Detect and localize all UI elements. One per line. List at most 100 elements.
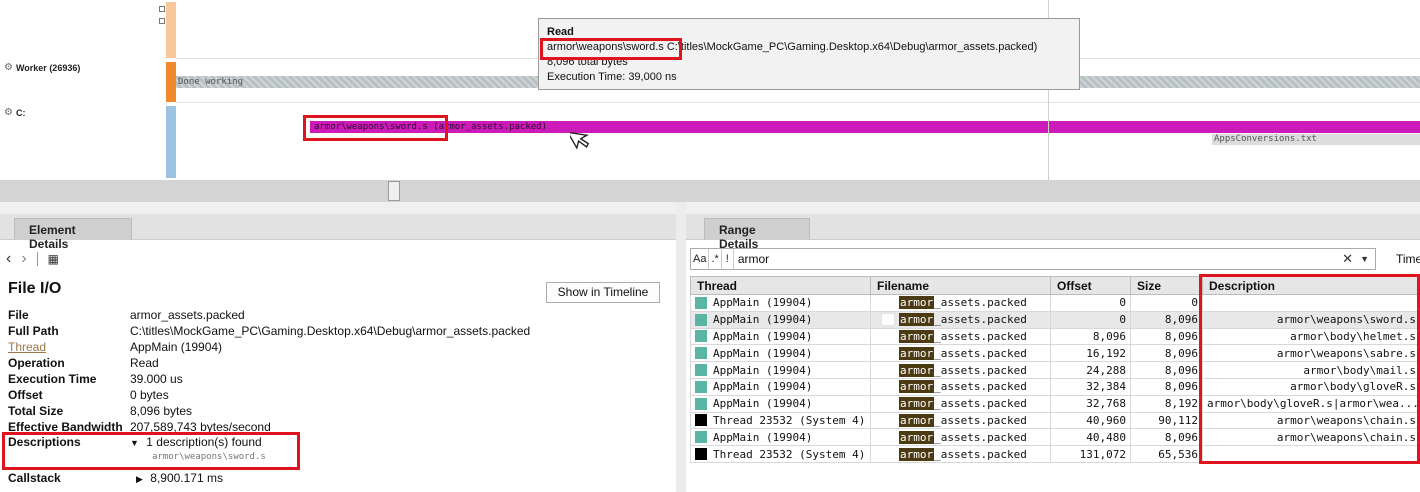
search-input[interactable]: armor — [734, 252, 769, 266]
offset-cell: 0 — [1050, 310, 1131, 329]
search-highlight: armor — [899, 447, 935, 461]
lane-color-strip — [166, 2, 176, 58]
thread-link[interactable]: Thread — [8, 340, 46, 354]
filename-cell: armor_assets.packed — [870, 327, 1051, 346]
column-header-thread[interactable]: Thread — [690, 276, 871, 295]
lane-label-drive[interactable]: ⚙ C: — [4, 107, 25, 118]
field-key: Descriptions — [8, 435, 81, 449]
description-cell: armor\body\helmet.s — [1202, 327, 1420, 346]
table-row[interactable]: AppMain (19904) armor_assets.packed 24,288… — [690, 361, 1420, 379]
chevron-right-icon[interactable]: › — [21, 250, 26, 268]
invert-toggle[interactable]: ! — [722, 249, 734, 269]
field-value: 39.000 us — [130, 372, 183, 386]
thread-name: AppMain (19904) — [713, 313, 813, 327]
size-cell: 8,192 — [1130, 394, 1203, 413]
thread-name: Thread 23532 (System 4) — [713, 413, 866, 427]
close-icon[interactable]: ✕ — [1342, 251, 1353, 267]
size-cell: 8,096 — [1130, 344, 1203, 363]
thread-name: AppMain (19904) — [713, 430, 813, 444]
field-value: C:\titles\MockGame_PC\Gaming.Desktop.x64… — [130, 324, 531, 338]
regex-toggle[interactable]: .* — [709, 249, 722, 269]
thread-cell: Thread 23532 (System 4) — [690, 411, 871, 430]
table-row[interactable]: Thread 23532 (System 4) armor_assets.pack… — [690, 411, 1420, 430]
properties-icon[interactable]: ▦ — [48, 252, 59, 266]
show-in-timeline-button[interactable]: Show in Timeline — [546, 282, 660, 303]
caret-down-icon[interactable]: ▼ — [1360, 254, 1369, 264]
caret-down-icon: ▼ — [130, 438, 139, 448]
chevron-left-icon[interactable]: ‹ — [6, 250, 11, 268]
description-cell: armor\weapons\sword.s — [1202, 310, 1420, 329]
thread-name: AppMain (19904) — [713, 397, 813, 411]
caret-right-icon: ▶ — [136, 474, 143, 484]
filename-cell: armor_assets.packed — [870, 294, 1051, 312]
field-key: Full Path — [8, 324, 59, 338]
filename-suffix: _assets.packed — [934, 346, 1027, 360]
field-value: armor_assets.packed — [130, 308, 245, 322]
bar-label: Done working — [178, 77, 244, 87]
descriptions-expander[interactable]: ▼ 1 description(s) found — [130, 435, 262, 449]
offset-cell: 40,960 — [1050, 411, 1131, 430]
lane-color-strip — [166, 106, 176, 178]
search-highlight: armor — [899, 296, 935, 310]
thread-color-swatch — [695, 330, 707, 343]
table-row[interactable]: AppMain (19904) armor_assets.packed 8,096 8… — [690, 327, 1420, 346]
tab-label: Element Details — [29, 223, 76, 251]
size-cell: 90,112 — [1130, 411, 1203, 430]
panel-splitter[interactable] — [676, 202, 686, 492]
column-header-offset[interactable]: Offset — [1050, 276, 1131, 295]
tab-label: Range Details — [719, 223, 759, 251]
table-row[interactable]: AppMain (19904) armor_assets.packed 40,480… — [690, 428, 1420, 447]
size-cell: 8,096 — [1130, 361, 1203, 379]
table-row[interactable]: AppMain (19904) armor_assets.packed 0 8,096… — [690, 310, 1420, 329]
lane-separator — [176, 102, 1420, 103]
table-row[interactable]: Thread 23532 (System 4) armor_assets.pack… — [690, 445, 1420, 463]
thread-color-swatch — [695, 296, 707, 309]
lane-label-worker[interactable]: ⚙ Worker (26936) — [4, 62, 80, 73]
thread-color-swatch — [695, 448, 707, 461]
table-row[interactable]: AppMain (19904) armor_assets.packed 16,192… — [690, 344, 1420, 363]
match-case-toggle[interactable]: Aa — [691, 249, 710, 269]
table-row[interactable]: AppMain (19904) armor_assets.packed 0 0 — [690, 294, 1420, 312]
panel-gap — [0, 202, 1420, 214]
description-cell: armor\body\mail.s — [1202, 361, 1420, 379]
tab-range-details[interactable]: Range Details — [704, 218, 810, 251]
lane-name: Worker (26936) — [15, 62, 81, 73]
offset-cell: 24,288 — [1050, 361, 1131, 379]
timeline-scrollbar[interactable] — [0, 180, 1420, 202]
gear-icon: ⚙ — [4, 62, 13, 73]
search-highlight: armor — [899, 430, 935, 444]
lane-color-strip — [166, 62, 176, 102]
column-header-size[interactable]: Size — [1130, 276, 1203, 295]
filename-cell: armor_assets.packed — [870, 310, 1051, 329]
size-cell: 8,096 — [1130, 377, 1203, 396]
field-key: Effective Bandwidth — [8, 420, 123, 434]
lane-toggle-square[interactable] — [159, 18, 165, 24]
lane-toggle-square[interactable] — [159, 6, 165, 12]
offset-cell: 32,768 — [1050, 394, 1131, 413]
thread-color-swatch — [695, 380, 707, 393]
filename-cell: armor_assets.packed — [870, 377, 1051, 396]
table-row[interactable]: AppMain (19904) armor_assets.packed 32,768… — [690, 394, 1420, 413]
search-highlight: armor — [899, 413, 935, 427]
column-header-filename[interactable]: Filename — [870, 276, 1051, 295]
thread-cell: AppMain (19904) — [690, 294, 871, 312]
callstack-expander[interactable]: ▶ 8,900.171 ms — [136, 471, 223, 485]
thread-name: AppMain (19904) — [713, 329, 813, 343]
tab-element-details[interactable]: Element Details — [14, 218, 132, 251]
field-key: Offset — [8, 388, 43, 402]
offset-cell: 16,192 — [1050, 344, 1131, 363]
thread-color-swatch — [695, 364, 707, 377]
thread-color-swatch — [695, 414, 707, 427]
filename-cell: armor_assets.packed — [870, 445, 1051, 463]
secondary-file-bar[interactable]: AppsConversions.txt — [1212, 134, 1420, 145]
table-row[interactable]: AppMain (19904) armor_assets.packed 32,384… — [690, 377, 1420, 396]
description-cell: armor\body\gloveR.s|armor\wea... — [1202, 394, 1420, 413]
scrollbar-thumb[interactable] — [388, 181, 400, 201]
timeline[interactable]: ⚙ Worker (26936) Done working ⚙ C: armor… — [0, 0, 1420, 180]
field-key: Total Size — [8, 404, 64, 418]
file-read-bar[interactable]: armor\weapons\sword.s (armor_assets.pack… — [310, 121, 1420, 133]
column-header-description[interactable]: Description — [1202, 276, 1420, 295]
thread-name: AppMain (19904) — [713, 380, 813, 394]
thread-cell: AppMain (19904) — [690, 344, 871, 363]
thread-name: AppMain (19904) — [713, 363, 813, 377]
